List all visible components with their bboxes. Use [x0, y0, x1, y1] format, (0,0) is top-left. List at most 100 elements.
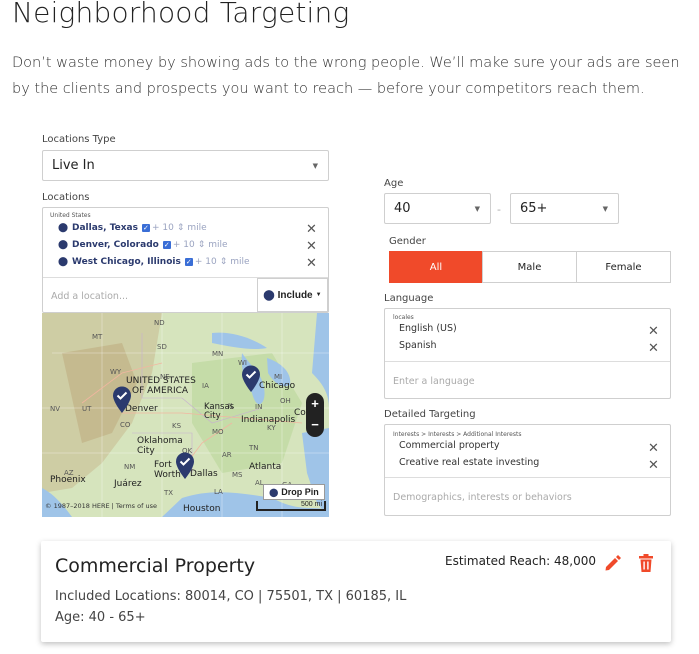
- location-radius[interactable]: + 10: [173, 240, 195, 250]
- state-label: TX: [164, 489, 174, 497]
- detailed-targeting-group-label: Interests > Interests > Additional Inter…: [393, 431, 522, 438]
- state-label: OH: [280, 397, 291, 405]
- gender-label: Gender: [389, 236, 426, 247]
- divider: [385, 477, 670, 478]
- state-label: MI: [274, 373, 283, 381]
- page-title: Neighborhood Targeting: [12, 0, 350, 29]
- detailed-targeting-label: Detailed Targeting: [384, 409, 476, 420]
- location-item: ⬤ Denver, Colorado ✓ + 10 ⇕ mile: [58, 238, 228, 252]
- location-radius[interactable]: + 10: [195, 257, 217, 267]
- state-label: WY: [110, 368, 122, 376]
- map-pin-icon: ⬤: [58, 257, 69, 267]
- chevron-down-icon: ▼: [312, 161, 318, 170]
- stepper-icon[interactable]: ⇕: [198, 240, 206, 250]
- chevron-down-icon: ▼: [602, 204, 608, 213]
- state-label: MT: [92, 333, 103, 341]
- language-input[interactable]: Enter a language: [393, 376, 475, 387]
- gender-male-button[interactable]: Male: [482, 251, 577, 283]
- trash-icon: [639, 554, 653, 572]
- country-label: OF AMERICA: [132, 386, 189, 396]
- chevron-down-icon: ▼: [315, 292, 322, 298]
- card-title: Commercial Property: [55, 555, 256, 577]
- gender-all-button[interactable]: All: [389, 251, 483, 283]
- location-item: ⬤ Dallas, Texas ✓ + 10 ⇕ mile: [58, 221, 207, 235]
- card-age: Age: 40 - 65+: [55, 610, 146, 625]
- age-max-value: 65+: [520, 201, 548, 216]
- state-label: CO: [120, 421, 131, 429]
- intro-text: Don’t waste money by showing ads to the …: [12, 55, 680, 97]
- language-item: Spanish: [399, 340, 437, 351]
- map-pin-icon: ⬤: [58, 223, 69, 233]
- remove-language-button[interactable]: ✕: [648, 323, 659, 339]
- map-pin-icon[interactable]: [112, 386, 132, 414]
- remove-interest-button[interactable]: ✕: [648, 457, 659, 473]
- zoom-in-button[interactable]: +: [306, 393, 324, 414]
- scale-label: 500 mi: [300, 501, 322, 508]
- map-scale: 500 mi: [256, 501, 326, 511]
- audience-card: Commercial Property Estimated Reach: 48,…: [41, 541, 671, 642]
- checkbox[interactable]: ✓: [141, 224, 150, 232]
- state-label: SD: [157, 343, 167, 351]
- checkbox[interactable]: ✓: [162, 241, 171, 249]
- state-label: NM: [124, 463, 136, 471]
- zoom-control: + −: [306, 393, 324, 437]
- include-label: Include: [277, 289, 313, 301]
- country-label: UNITED STATES: [126, 376, 196, 386]
- stepper-icon[interactable]: ⇕: [177, 223, 185, 233]
- gender-female-button[interactable]: Female: [576, 251, 671, 283]
- locations-type-label: Locations Type: [42, 134, 116, 145]
- map-pin-icon: ⬤: [58, 240, 69, 250]
- map-pin-icon[interactable]: [241, 365, 261, 393]
- remove-interest-button[interactable]: ✕: [648, 440, 659, 456]
- zoom-out-button[interactable]: −: [306, 414, 324, 435]
- location-name: Denver, Colorado: [72, 240, 159, 250]
- stepper-icon[interactable]: ⇕: [220, 257, 228, 267]
- remove-language-button[interactable]: ✕: [648, 340, 659, 356]
- state-label: KS: [172, 422, 182, 430]
- state-label: IA: [202, 382, 209, 390]
- state-label: MO: [212, 428, 224, 436]
- location-name: West Chicago, Illinois: [72, 257, 181, 267]
- state-label: MS: [232, 471, 243, 479]
- map-copyright[interactable]: © 1987–2018 HERE | Terms of use: [45, 502, 157, 510]
- state-label: NV: [50, 405, 61, 413]
- drop-pin-button[interactable]: ⬤ Drop Pin: [263, 484, 325, 500]
- state-label: IN: [255, 403, 263, 411]
- location-radius[interactable]: + 10: [152, 223, 174, 233]
- radius-unit: mile: [230, 257, 250, 267]
- remove-location-button[interactable]: ✕: [306, 222, 689, 235]
- locations-type-value: Live In: [52, 158, 95, 173]
- city-label: Phoenix: [50, 475, 86, 485]
- chevron-down-icon: ▼: [474, 204, 480, 213]
- estimated-reach: Estimated Reach: 48,000: [445, 554, 597, 568]
- city-label: Indianapolis: [241, 415, 296, 425]
- divider: [385, 361, 670, 362]
- interest-item: Creative real estate investing: [399, 457, 540, 468]
- radius-unit: mile: [208, 240, 228, 250]
- age-max-select[interactable]: 65+ ▼: [510, 193, 619, 224]
- map-pin-icon[interactable]: [175, 452, 195, 480]
- language-group-label: locales: [393, 314, 414, 321]
- city-label: Houston: [183, 504, 221, 514]
- state-label: KY: [267, 424, 276, 432]
- age-min-select[interactable]: 40 ▼: [384, 193, 491, 224]
- state-label: LA: [214, 488, 223, 496]
- age-min-value: 40: [394, 201, 411, 216]
- state-label: ND: [154, 319, 165, 327]
- checkbox[interactable]: ✓: [184, 258, 193, 266]
- include-dropdown[interactable]: ⬤ Include ▼: [257, 278, 328, 312]
- city-label: Kansas City: [204, 402, 235, 421]
- state-label: UT: [82, 405, 92, 413]
- detailed-targeting-input[interactable]: Demographics, interests or behaviors: [393, 492, 572, 503]
- interest-item: Commercial property: [399, 440, 500, 451]
- age-label: Age: [384, 178, 404, 189]
- locations-type-select[interactable]: Live In ▼: [42, 150, 329, 181]
- city-label: Juárez: [114, 479, 142, 489]
- location-item: ⬤ West Chicago, Illinois ✓ + 10 ⇕ mile: [58, 255, 250, 269]
- map-pin-icon: ⬤: [263, 289, 275, 301]
- delete-button[interactable]: [635, 552, 657, 574]
- edit-button[interactable]: [602, 552, 624, 574]
- age-separator: -: [497, 203, 501, 216]
- language-item: English (US): [399, 323, 457, 334]
- add-location-input[interactable]: Add a location...: [51, 291, 128, 302]
